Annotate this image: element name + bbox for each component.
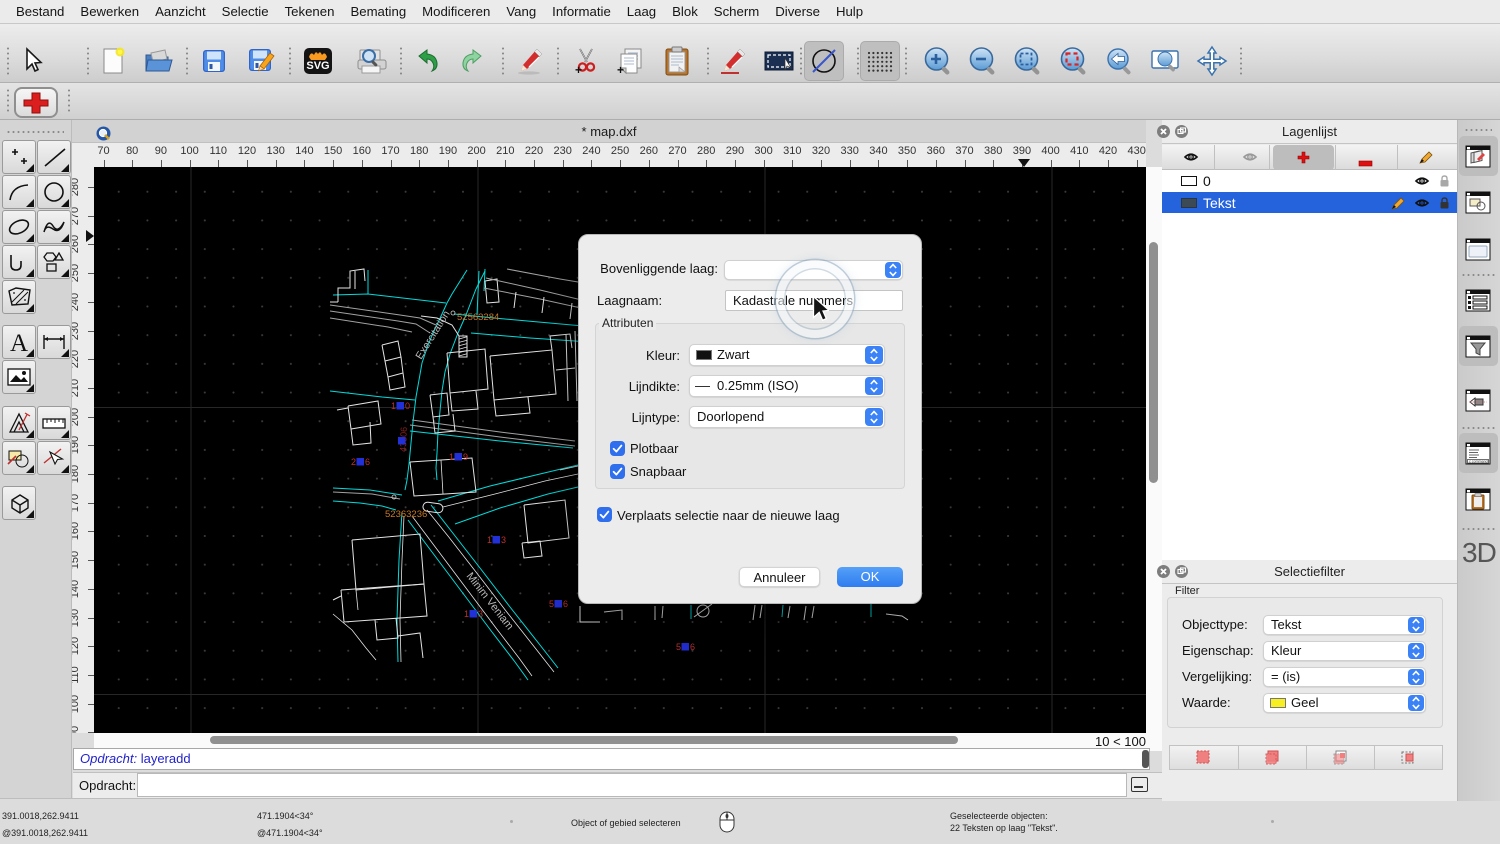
- svg-text:5: 5: [676, 642, 681, 652]
- svg-text:9: 9: [463, 452, 468, 462]
- svg-text:1: 1: [391, 401, 396, 411]
- svg-text:52563284: 52563284: [457, 312, 499, 323]
- svg-text:SVG: SVG: [306, 60, 329, 72]
- svg-text:c command: c command: [1469, 459, 1488, 463]
- svg-text:1: 1: [464, 609, 469, 619]
- svg-text:3: 3: [478, 609, 483, 619]
- svg-text:2: 2: [351, 457, 356, 467]
- svg-text:+: +: [575, 63, 582, 76]
- svg-text:1: 1: [449, 452, 454, 462]
- svg-text:1: 1: [487, 535, 492, 545]
- svg-text:+: +: [617, 63, 624, 76]
- svg-text:52363236: 52363236: [385, 509, 427, 520]
- svg-text:6: 6: [690, 642, 695, 652]
- svg-text:0: 0: [405, 401, 410, 411]
- svg-text:3: 3: [501, 535, 506, 545]
- svg-text:5: 5: [549, 599, 554, 609]
- svg-text:6: 6: [365, 457, 370, 467]
- svg-text:A: A: [10, 330, 28, 357]
- svg-text:6: 6: [563, 599, 568, 609]
